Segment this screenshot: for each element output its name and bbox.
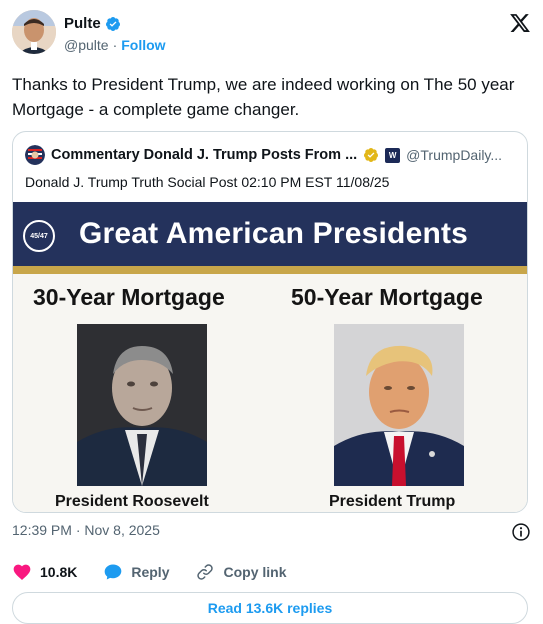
read-replies-button[interactable]: Read 13.6K replies bbox=[12, 592, 528, 624]
left-caption: President Roosevelt bbox=[55, 493, 209, 510]
tweet-header: Pulte @pulte · Follow bbox=[12, 10, 531, 56]
tweet-text: Thanks to President Trump, we are indeed… bbox=[12, 75, 515, 119]
author-name-row: Pulte bbox=[64, 15, 121, 32]
quoted-author-name: Commentary Donald J. Trump Posts From ..… bbox=[51, 147, 358, 163]
banner-gold-stripe bbox=[13, 266, 527, 274]
quoted-author-avatar bbox=[25, 145, 45, 165]
reply-button[interactable]: Reply bbox=[103, 562, 169, 582]
author-handle[interactable]: @pulte bbox=[64, 37, 109, 53]
seal-icon: 45/47 bbox=[23, 220, 55, 252]
quoted-post-image[interactable]: 45/47 Great American Presidents 30-Year … bbox=[13, 202, 527, 512]
author-display-name[interactable]: Pulte bbox=[64, 15, 101, 32]
x-logo-icon[interactable] bbox=[509, 12, 531, 34]
info-icon[interactable] bbox=[511, 522, 531, 542]
image-banner-title: Great American Presidents bbox=[79, 217, 469, 250]
image-banner: 45/47 Great American Presidents bbox=[13, 202, 527, 266]
left-column-heading: 30-Year Mortgage bbox=[33, 284, 225, 310]
tweet-actions: 10.8K Reply Copy link bbox=[12, 560, 531, 584]
tweet-meta: 12:39 PM · Nov 8, 2025 bbox=[12, 522, 531, 542]
right-column-heading: 50-Year Mortgage bbox=[291, 284, 483, 310]
copy-link-label: Copy link bbox=[223, 564, 287, 580]
copy-link-button[interactable]: Copy link bbox=[195, 562, 287, 582]
reply-bubble-icon bbox=[105, 564, 122, 580]
heart-icon bbox=[13, 564, 31, 580]
author-avatar[interactable] bbox=[12, 10, 56, 54]
quoted-post-header: Commentary Donald J. Trump Posts From ..… bbox=[25, 144, 515, 166]
separator-dot: · bbox=[112, 37, 118, 53]
author-handle-row: @pulte · Follow bbox=[64, 37, 166, 53]
gold-check-icon bbox=[364, 148, 379, 162]
affiliate-badge-icon: W bbox=[385, 147, 401, 163]
reply-label: Reply bbox=[131, 564, 170, 580]
right-caption: President Trump bbox=[329, 493, 456, 510]
like-button[interactable]: 10.8K bbox=[12, 562, 77, 582]
quoted-post-card[interactable]: Commentary Donald J. Trump Posts From ..… bbox=[12, 131, 528, 513]
quoted-post-text: Donald J. Trump Truth Social Post 02:10 … bbox=[25, 174, 390, 190]
quoted-author-handle: @TrumpDaily... bbox=[406, 147, 503, 163]
trump-portrait bbox=[334, 324, 464, 486]
follow-button[interactable]: Follow bbox=[121, 37, 165, 53]
link-icon bbox=[197, 564, 214, 580]
verified-badge-icon bbox=[105, 16, 120, 31]
roosevelt-portrait bbox=[77, 324, 207, 486]
timestamp[interactable]: 12:39 PM · Nov 8, 2025 bbox=[12, 522, 160, 538]
like-count: 10.8K bbox=[40, 564, 78, 580]
